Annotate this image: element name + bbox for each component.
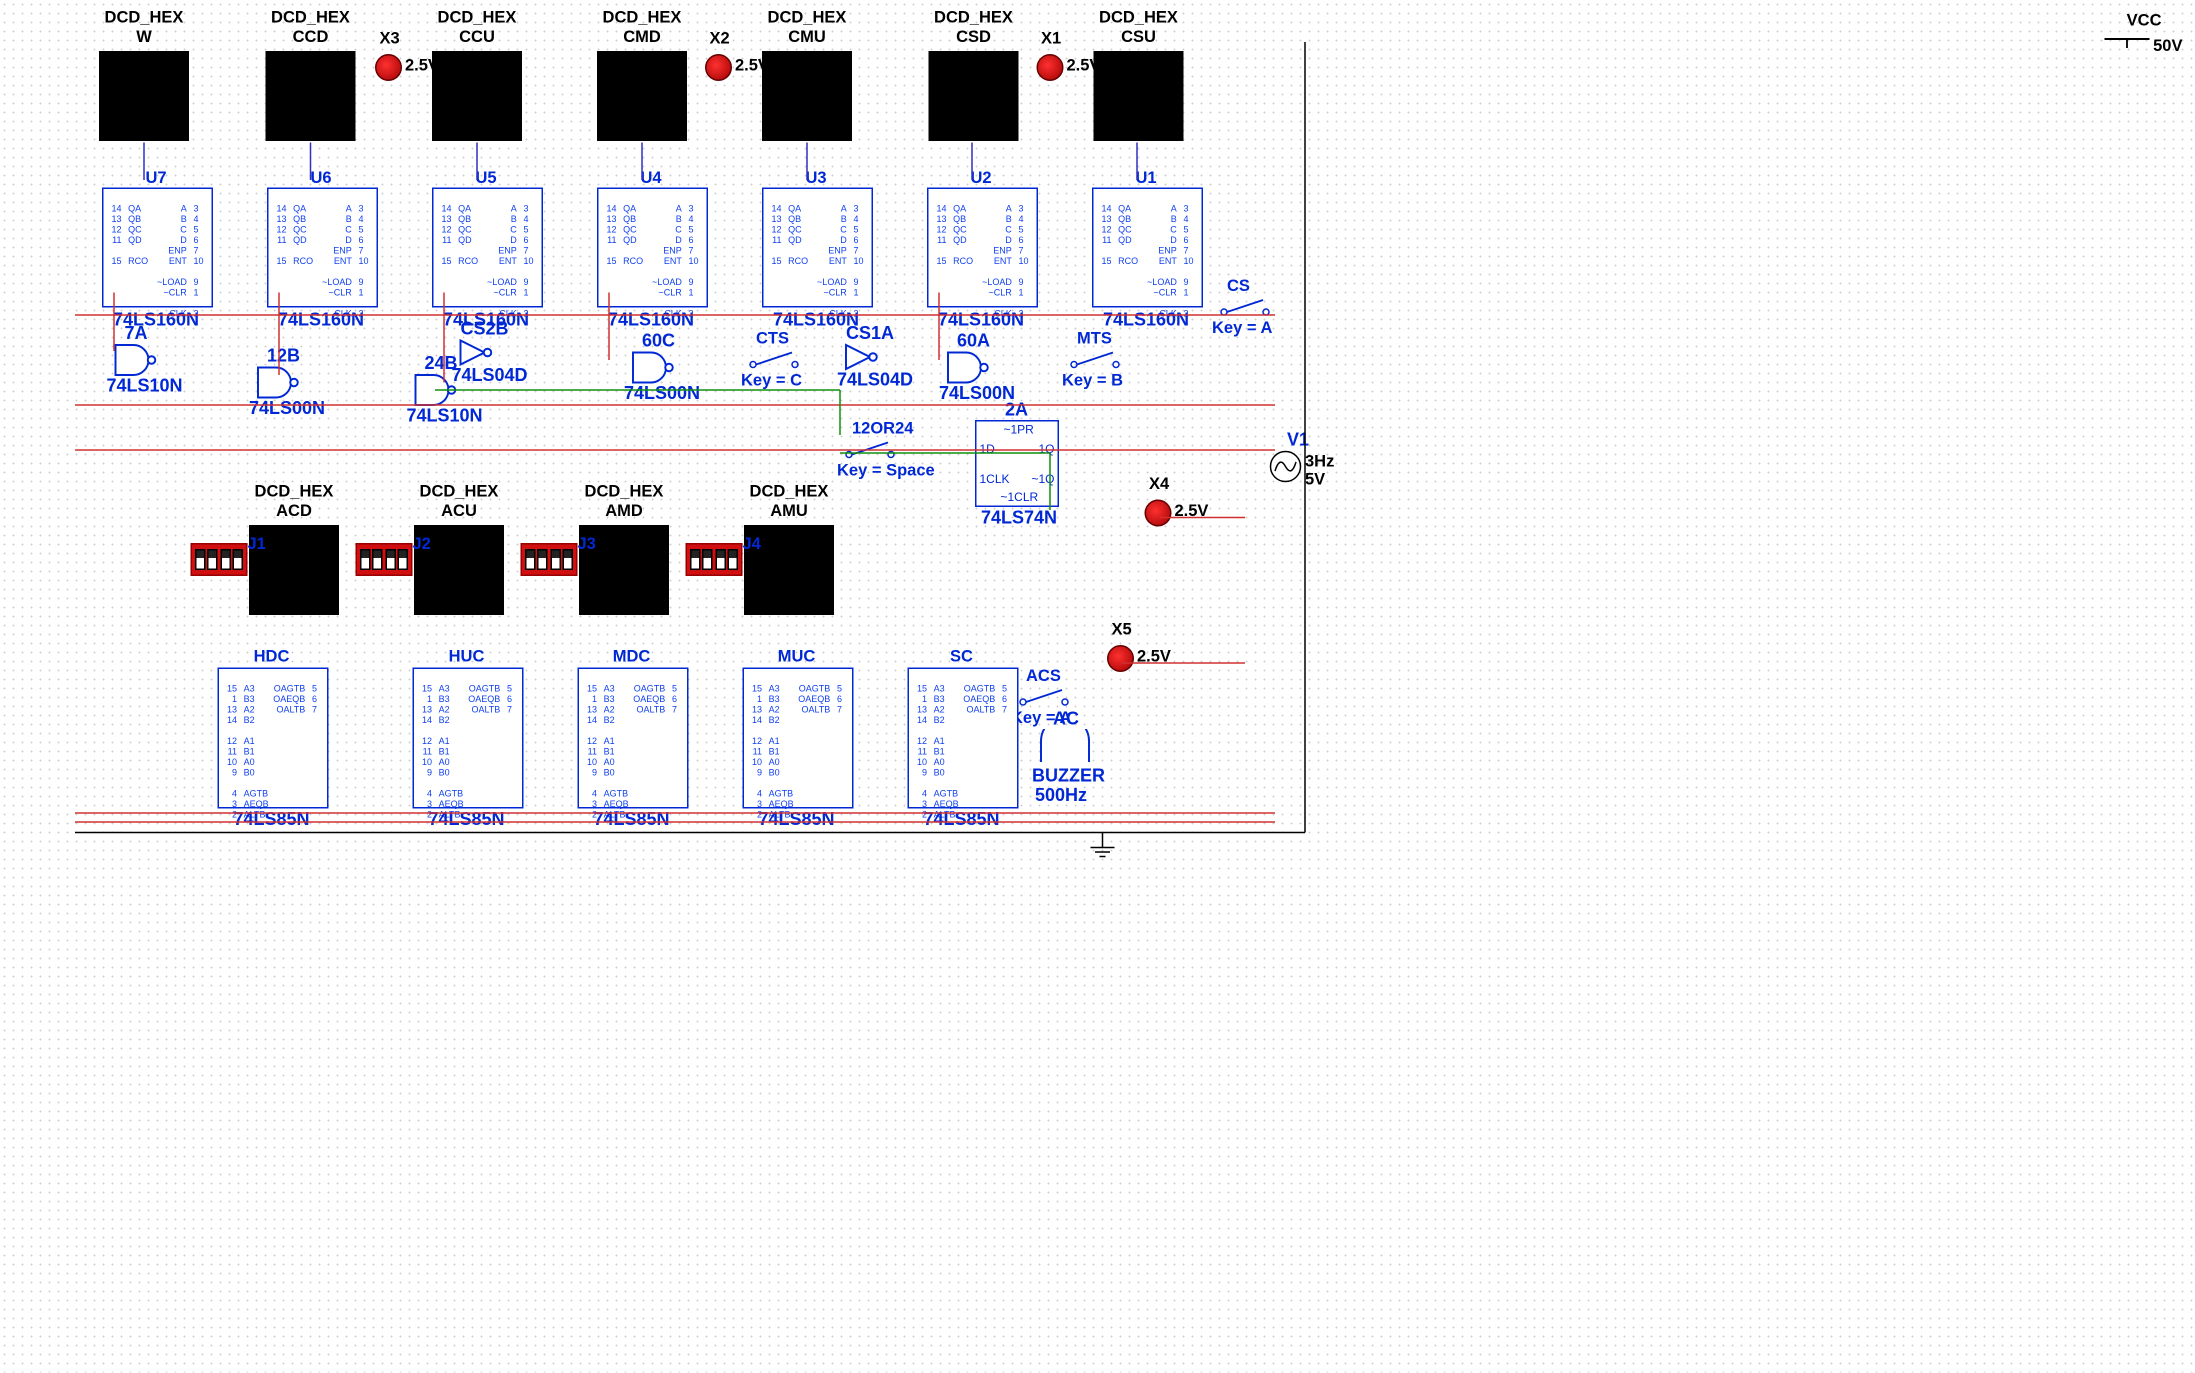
wire-layer xyxy=(0,0,2195,1373)
